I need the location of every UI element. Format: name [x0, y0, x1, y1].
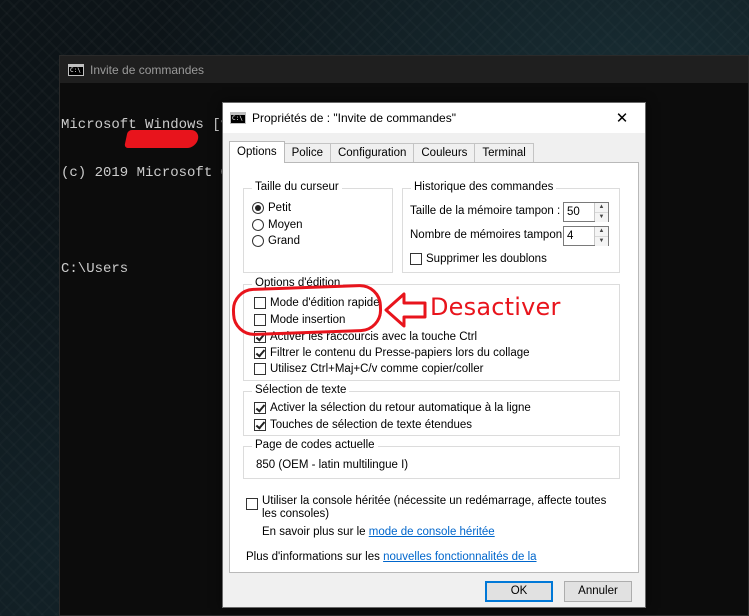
codepage-group: Page de codes actuelle 850 (OEM - latin … — [243, 439, 620, 479]
console-titlebar[interactable]: Invite de commandes — [60, 56, 748, 83]
redaction-scribble — [124, 130, 200, 148]
radio-grand[interactable]: Grand — [252, 235, 300, 247]
command-prompt-icon — [68, 63, 84, 76]
stepper-up-icon[interactable]: ▲ — [595, 203, 608, 212]
legacy-console-link[interactable]: mode de console héritée — [369, 526, 495, 538]
checkbox-label: Filtrer le contenu du Presse-papiers lor… — [270, 347, 530, 359]
checkbox[interactable] — [246, 498, 258, 510]
more-info-text: Plus d'informations sur les — [246, 551, 380, 563]
radio-moyen[interactable]: Moyen — [252, 219, 303, 231]
legacy-console-label: Utiliser la console héritée (nécessite u… — [262, 495, 607, 507]
ok-button[interactable]: OK — [485, 581, 553, 602]
discard-duplicates-checkbox[interactable]: Supprimer les doublons — [410, 253, 547, 265]
options-tab-panel: Taille du curseur Petit Moyen Grand Hist… — [229, 162, 639, 573]
tab-strip: Options Police Configuration Couleurs Te… — [229, 141, 534, 163]
checkbox[interactable] — [254, 297, 266, 309]
checkbox[interactable] — [254, 419, 266, 431]
checkbox[interactable] — [254, 331, 266, 343]
annotation-text: Desactiver — [430, 293, 561, 321]
buffer-count-label: Nombre de mémoires tampon : — [410, 229, 569, 241]
stepper-down-icon[interactable]: ▼ — [595, 236, 608, 246]
checkbox[interactable] — [254, 314, 266, 326]
codepage-value: 850 (OEM - latin multilingue I) — [256, 459, 409, 471]
new-features-link[interactable]: nouvelles fonctionnalités de la — [383, 551, 536, 563]
checkbox[interactable] — [254, 347, 266, 359]
buffer-size-stepper[interactable]: 50 ▲ ▼ — [563, 202, 609, 222]
insert-mode-checkbox[interactable]: Mode insertion — [254, 314, 345, 326]
radio-label: Petit — [268, 202, 292, 214]
extended-selection-keys-checkbox[interactable]: Touches de sélection de texte étendues — [254, 419, 472, 431]
edit-options-legend: Options d'édition — [252, 277, 344, 289]
legacy-learn-more: En savoir plus sur le mode de console hé… — [262, 526, 495, 538]
stepper-up-icon[interactable]: ▲ — [595, 227, 608, 236]
ctrl-shift-copy-paste-checkbox[interactable]: Utilisez Ctrl+Maj+C/v comme copier/colle… — [254, 363, 483, 375]
text-selection-legend: Sélection de texte — [252, 384, 350, 396]
radio-button[interactable] — [252, 219, 264, 231]
codepage-legend: Page de codes actuelle — [252, 439, 378, 451]
radio-label: Grand — [268, 235, 300, 247]
checkbox-label: Utilisez Ctrl+Maj+C/v comme copier/colle… — [270, 363, 484, 375]
radio-button[interactable] — [252, 235, 264, 247]
tab-couleurs[interactable]: Couleurs — [413, 143, 476, 163]
text-selection-group: Sélection de texte Activer la sélection … — [243, 384, 620, 436]
properties-dialog: Propriétés de : "Invite de commandes" ✕ … — [222, 102, 646, 608]
cursor-size-legend: Taille du curseur — [252, 181, 342, 193]
radio-button[interactable] — [252, 202, 264, 214]
buffer-count-stepper[interactable]: 4 ▲ ▼ — [563, 226, 609, 246]
buffer-size-label: Taille de la mémoire tampon : — [410, 205, 561, 217]
cursor-size-group: Taille du curseur Petit Moyen Grand — [243, 181, 393, 273]
legacy-console-label-continued: les consoles) — [262, 508, 330, 520]
line-wrap-selection-checkbox[interactable]: Activer la sélection du retour automatiq… — [254, 402, 531, 414]
command-history-group: Historique des commandes Taille de la mé… — [402, 181, 620, 273]
command-history-legend: Historique des commandes — [411, 181, 557, 193]
checkbox-label: Activer les raccourcis avec la touche Ct… — [270, 331, 478, 343]
checkbox-label: Supprimer les doublons — [426, 253, 547, 265]
checkbox[interactable] — [254, 363, 266, 375]
filter-clipboard-checkbox[interactable]: Filtrer le contenu du Presse-papiers lor… — [254, 347, 530, 359]
stepper-down-icon[interactable]: ▼ — [595, 212, 608, 222]
close-icon[interactable]: ✕ — [599, 103, 645, 133]
tab-police[interactable]: Police — [283, 143, 331, 163]
cancel-button[interactable]: Annuler — [564, 581, 632, 602]
legacy-learn-more-text: En savoir plus sur le — [262, 526, 366, 538]
checkbox-label: Mode d'édition rapide — [270, 297, 380, 309]
checkbox-label: Touches de sélection de texte étendues — [270, 419, 473, 431]
legacy-console-checkbox[interactable]: Utiliser la console héritée (nécessite u… — [246, 495, 606, 521]
dialog-titlebar[interactable]: Propriétés de : "Invite de commandes" ✕ — [223, 103, 645, 133]
console-title: Invite de commandes — [90, 62, 205, 77]
command-prompt-icon — [230, 112, 246, 124]
tab-options[interactable]: Options — [229, 141, 285, 163]
radio-petit[interactable]: Petit — [252, 202, 291, 214]
tab-terminal[interactable]: Terminal — [474, 143, 534, 163]
checkbox-label: Mode insertion — [270, 314, 346, 326]
ctrl-shortcuts-checkbox[interactable]: Activer les raccourcis avec la touche Ct… — [254, 331, 477, 343]
quick-edit-checkbox[interactable]: Mode d'édition rapide — [254, 297, 380, 309]
checkbox-label: Activer la sélection du retour automatiq… — [270, 402, 531, 414]
buffer-count-value[interactable]: 4 — [564, 227, 594, 245]
checkbox[interactable] — [410, 253, 422, 265]
dialog-title: Propriétés de : "Invite de commandes" — [252, 111, 456, 125]
tab-configuration[interactable]: Configuration — [329, 143, 415, 163]
radio-label: Moyen — [268, 219, 303, 231]
more-info: Plus d'informations sur les nouvelles fo… — [246, 551, 537, 563]
checkbox[interactable] — [254, 402, 266, 414]
buffer-size-value[interactable]: 50 — [564, 203, 594, 221]
